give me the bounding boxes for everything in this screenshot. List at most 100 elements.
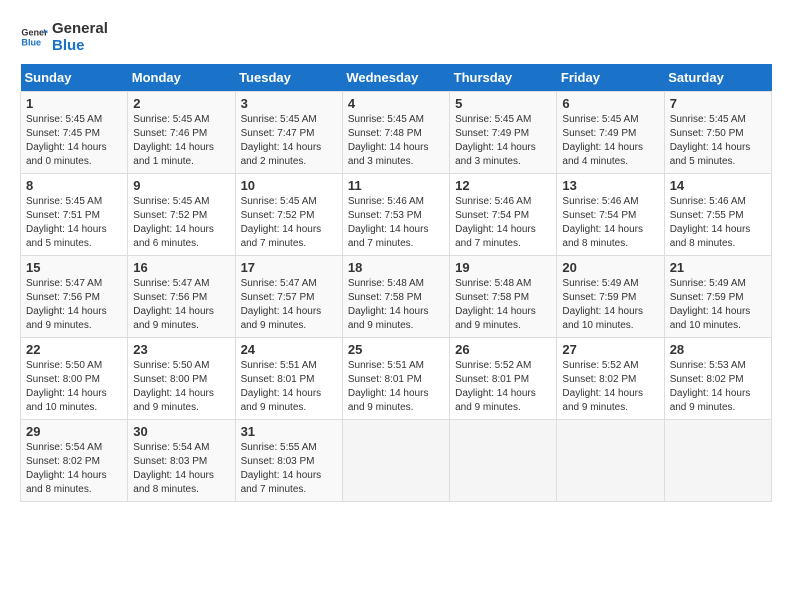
calendar-cell: 13Sunrise: 5:46 AM Sunset: 7:54 PM Dayli… bbox=[557, 174, 664, 256]
day-number: 2 bbox=[133, 96, 229, 111]
day-number: 22 bbox=[26, 342, 122, 357]
day-info: Sunrise: 5:48 AM Sunset: 7:58 PM Dayligh… bbox=[455, 277, 551, 333]
calendar-cell: 5Sunrise: 5:45 AM Sunset: 7:49 PM Daylig… bbox=[450, 92, 557, 174]
logo-icon: General Blue bbox=[20, 23, 48, 51]
calendar-week-0: 1 Sunrise: 5:45 AM Sunset: 7:45 PM Daylig… bbox=[21, 92, 772, 174]
day-number: 7 bbox=[670, 96, 766, 111]
day-info: Sunrise: 5:49 AM Sunset: 7:59 PM Dayligh… bbox=[670, 277, 766, 333]
calendar-cell: 6 Sunrise: 5:45 AM Sunset: 7:49 PM Daylig… bbox=[557, 92, 664, 174]
day-info: Sunrise: 5:51 AM Sunset: 8:01 PM Dayligh… bbox=[241, 359, 337, 415]
weekday-header-row: SundayMondayTuesdayWednesdayThursdayFrid… bbox=[21, 64, 772, 92]
calendar-week-2: 15 Sunrise: 5:47 AM Sunset: 7:56 PM Dayli… bbox=[21, 256, 772, 338]
calendar-cell: 21 Sunrise: 5:49 AM Sunset: 7:59 PM Dayli… bbox=[664, 256, 771, 338]
day-number: 16 bbox=[133, 260, 229, 275]
day-number: 15 bbox=[26, 260, 122, 275]
calendar-cell bbox=[450, 420, 557, 502]
logo-blue: Blue bbox=[52, 37, 108, 54]
day-number: 18 bbox=[348, 260, 444, 275]
day-number: 8 bbox=[26, 178, 122, 193]
calendar-cell: 3Sunrise: 5:45 AM Sunset: 7:47 PM Daylig… bbox=[235, 92, 342, 174]
day-number: 11 bbox=[348, 178, 444, 193]
day-number: 20 bbox=[562, 260, 658, 275]
weekday-header-monday: Monday bbox=[128, 64, 235, 92]
calendar-cell: 9Sunrise: 5:45 AM Sunset: 7:52 PM Daylig… bbox=[128, 174, 235, 256]
calendar-cell: 1 Sunrise: 5:45 AM Sunset: 7:45 PM Daylig… bbox=[21, 92, 128, 174]
logo: General Blue General Blue bbox=[20, 20, 108, 54]
calendar-cell: 28Sunrise: 5:53 AM Sunset: 8:02 PM Dayli… bbox=[664, 338, 771, 420]
calendar-cell: 24 Sunrise: 5:51 AM Sunset: 8:01 PM Dayli… bbox=[235, 338, 342, 420]
day-info: Sunrise: 5:45 AM Sunset: 7:51 PM Dayligh… bbox=[26, 195, 122, 251]
day-info: Sunrise: 5:46 AM Sunset: 7:54 PM Dayligh… bbox=[455, 195, 551, 251]
day-number: 31 bbox=[241, 424, 337, 439]
weekday-header-tuesday: Tuesday bbox=[235, 64, 342, 92]
calendar-cell: 10 Sunrise: 5:45 AM Sunset: 7:52 PM Dayli… bbox=[235, 174, 342, 256]
day-number: 25 bbox=[348, 342, 444, 357]
day-info: Sunrise: 5:45 AM Sunset: 7:47 PM Dayligh… bbox=[241, 113, 337, 169]
calendar-cell: 12Sunrise: 5:46 AM Sunset: 7:54 PM Dayli… bbox=[450, 174, 557, 256]
day-number: 1 bbox=[26, 96, 122, 111]
day-info: Sunrise: 5:45 AM Sunset: 7:45 PM Dayligh… bbox=[26, 113, 122, 169]
calendar-week-3: 22 Sunrise: 5:50 AM Sunset: 8:00 PM Dayli… bbox=[21, 338, 772, 420]
day-number: 6 bbox=[562, 96, 658, 111]
calendar-cell: 30 Sunrise: 5:54 AM Sunset: 8:03 PM Dayli… bbox=[128, 420, 235, 502]
day-number: 4 bbox=[348, 96, 444, 111]
calendar-cell: 15 Sunrise: 5:47 AM Sunset: 7:56 PM Dayli… bbox=[21, 256, 128, 338]
calendar-cell: 2 Sunrise: 5:45 AM Sunset: 7:46 PM Daylig… bbox=[128, 92, 235, 174]
weekday-header-sunday: Sunday bbox=[21, 64, 128, 92]
weekday-header-thursday: Thursday bbox=[450, 64, 557, 92]
day-info: Sunrise: 5:46 AM Sunset: 7:53 PM Dayligh… bbox=[348, 195, 444, 251]
day-number: 26 bbox=[455, 342, 551, 357]
day-info: Sunrise: 5:49 AM Sunset: 7:59 PM Dayligh… bbox=[562, 277, 658, 333]
day-info: Sunrise: 5:52 AM Sunset: 8:01 PM Dayligh… bbox=[455, 359, 551, 415]
calendar-cell: 25Sunrise: 5:51 AM Sunset: 8:01 PM Dayli… bbox=[342, 338, 449, 420]
calendar-cell: 17 Sunrise: 5:47 AM Sunset: 7:57 PM Dayli… bbox=[235, 256, 342, 338]
day-info: Sunrise: 5:45 AM Sunset: 7:46 PM Dayligh… bbox=[133, 113, 229, 169]
calendar-cell: 4 Sunrise: 5:45 AM Sunset: 7:48 PM Daylig… bbox=[342, 92, 449, 174]
svg-text:Blue: Blue bbox=[21, 37, 41, 47]
calendar-cell: 27Sunrise: 5:52 AM Sunset: 8:02 PM Dayli… bbox=[557, 338, 664, 420]
calendar-cell: 18 Sunrise: 5:48 AM Sunset: 7:58 PM Dayli… bbox=[342, 256, 449, 338]
weekday-header-saturday: Saturday bbox=[664, 64, 771, 92]
day-number: 13 bbox=[562, 178, 658, 193]
day-number: 30 bbox=[133, 424, 229, 439]
calendar-table: SundayMondayTuesdayWednesdayThursdayFrid… bbox=[20, 64, 772, 502]
calendar-cell bbox=[557, 420, 664, 502]
day-number: 29 bbox=[26, 424, 122, 439]
day-info: Sunrise: 5:45 AM Sunset: 7:49 PM Dayligh… bbox=[562, 113, 658, 169]
calendar-body: 1 Sunrise: 5:45 AM Sunset: 7:45 PM Daylig… bbox=[21, 92, 772, 502]
day-info: Sunrise: 5:45 AM Sunset: 7:50 PM Dayligh… bbox=[670, 113, 766, 169]
calendar-cell: 20 Sunrise: 5:49 AM Sunset: 7:59 PM Dayli… bbox=[557, 256, 664, 338]
calendar-cell: 26 Sunrise: 5:52 AM Sunset: 8:01 PM Dayli… bbox=[450, 338, 557, 420]
day-info: Sunrise: 5:46 AM Sunset: 7:55 PM Dayligh… bbox=[670, 195, 766, 251]
day-info: Sunrise: 5:47 AM Sunset: 7:57 PM Dayligh… bbox=[241, 277, 337, 333]
day-info: Sunrise: 5:48 AM Sunset: 7:58 PM Dayligh… bbox=[348, 277, 444, 333]
day-info: Sunrise: 5:54 AM Sunset: 8:02 PM Dayligh… bbox=[26, 441, 122, 497]
logo-general: General bbox=[52, 20, 108, 37]
day-info: Sunrise: 5:47 AM Sunset: 7:56 PM Dayligh… bbox=[26, 277, 122, 333]
day-number: 14 bbox=[670, 178, 766, 193]
day-number: 21 bbox=[670, 260, 766, 275]
calendar-cell: 19 Sunrise: 5:48 AM Sunset: 7:58 PM Dayli… bbox=[450, 256, 557, 338]
day-info: Sunrise: 5:45 AM Sunset: 7:52 PM Dayligh… bbox=[133, 195, 229, 251]
calendar-cell: 7 Sunrise: 5:45 AM Sunset: 7:50 PM Daylig… bbox=[664, 92, 771, 174]
day-info: Sunrise: 5:50 AM Sunset: 8:00 PM Dayligh… bbox=[133, 359, 229, 415]
calendar-cell: 29 Sunrise: 5:54 AM Sunset: 8:02 PM Dayli… bbox=[21, 420, 128, 502]
day-number: 10 bbox=[241, 178, 337, 193]
calendar-cell: 14 Sunrise: 5:46 AM Sunset: 7:55 PM Dayli… bbox=[664, 174, 771, 256]
calendar-cell: 22 Sunrise: 5:50 AM Sunset: 8:00 PM Dayli… bbox=[21, 338, 128, 420]
day-number: 19 bbox=[455, 260, 551, 275]
day-info: Sunrise: 5:45 AM Sunset: 7:48 PM Dayligh… bbox=[348, 113, 444, 169]
day-info: Sunrise: 5:45 AM Sunset: 7:49 PM Dayligh… bbox=[455, 113, 551, 169]
day-number: 17 bbox=[241, 260, 337, 275]
day-info: Sunrise: 5:50 AM Sunset: 8:00 PM Dayligh… bbox=[26, 359, 122, 415]
calendar-week-4: 29 Sunrise: 5:54 AM Sunset: 8:02 PM Dayli… bbox=[21, 420, 772, 502]
calendar-cell: 16Sunrise: 5:47 AM Sunset: 7:56 PM Dayli… bbox=[128, 256, 235, 338]
day-number: 27 bbox=[562, 342, 658, 357]
calendar-cell bbox=[342, 420, 449, 502]
calendar-cell bbox=[664, 420, 771, 502]
calendar-cell: 23Sunrise: 5:50 AM Sunset: 8:00 PM Dayli… bbox=[128, 338, 235, 420]
day-info: Sunrise: 5:54 AM Sunset: 8:03 PM Dayligh… bbox=[133, 441, 229, 497]
day-number: 24 bbox=[241, 342, 337, 357]
day-number: 28 bbox=[670, 342, 766, 357]
day-info: Sunrise: 5:45 AM Sunset: 7:52 PM Dayligh… bbox=[241, 195, 337, 251]
